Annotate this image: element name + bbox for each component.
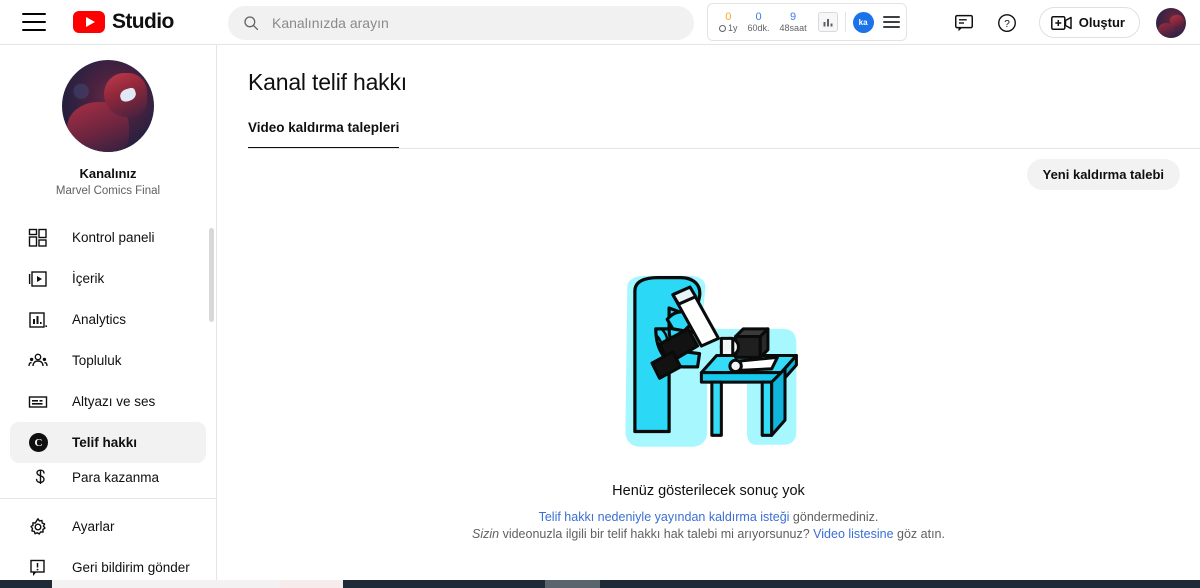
comment-icon[interactable] [953,12,975,34]
svg-text:?: ? [1004,19,1010,30]
new-removal-request-button[interactable]: Yeni kaldırma talebi [1026,159,1180,190]
top-header-bar: Studio 0 1y 0 60dk. 9 48saat [0,0,1200,45]
sidebar-item-label: Telif hakkı [72,435,138,450]
main-content: Kanal telif hakkı Video kaldırma taleple… [217,45,1200,588]
create-button[interactable]: Oluştur [1038,7,1140,38]
hamburger-menu-icon[interactable] [22,13,46,31]
dashboard-icon [28,227,50,249]
youtube-studio-logo[interactable]: Studio [73,10,174,34]
person-filming-camera-illustration [624,275,798,447]
channel-name: Marvel Comics Final [55,185,161,197]
clock-icon [719,24,726,32]
sidebar: Kanalınız Marvel Comics Final Kontrol pa… [0,45,217,588]
sidebar-item-copyright[interactable]: C Telif hakkı [10,422,206,463]
sidebar-item-label: Para kazanma [72,469,160,485]
brand-label: Studio [112,10,174,33]
taskbar-segment [52,580,280,588]
help-circle-icon[interactable]: ? [996,12,1018,34]
sidebar-item-label: Kontrol paneli [72,230,155,245]
youtube-play-icon [73,11,105,33]
stat-value: 9 [790,10,797,23]
sidebar-item-label: İçerik [72,271,105,286]
video-plus-icon [1050,15,1072,30]
sidebar-item-label: Geri bildirim gönder [72,560,190,575]
create-button-label: Oluştur [1078,15,1125,30]
stat-label: 48saat [779,22,807,33]
tab-underline-track [248,148,1200,149]
sidebar-item-label: Altyazı ve ses [72,394,156,409]
sidebar-item-community[interactable]: Topluluk [10,340,206,381]
search-icon [244,16,259,31]
empty-state-line-1: Telif hakkı nedeniyle yayından kaldırma … [217,510,1200,524]
channel-stats-widget[interactable]: 0 1y 0 60dk. 9 48saat ka [707,3,907,41]
stat-item: 0 1y [714,11,743,34]
sidebar-item-label: Ayarlar [72,519,115,534]
tab-video-removal-requests[interactable]: Video kaldırma talepleri [248,120,400,149]
video-list-link[interactable]: Video listesine [813,527,893,541]
community-people-icon [28,350,50,372]
line-2-end: göz atın. [893,527,945,541]
copyright-takedown-link[interactable]: Telif hakkı nedeniyle yayından kaldırma … [539,510,790,524]
sidebar-item-analytics[interactable]: Analytics [10,299,206,340]
stat-item: 9 48saat [775,11,812,34]
sidebar-item-monetization[interactable]: Para kazanma [10,463,206,491]
analytics-bar-icon [28,309,50,331]
bar-chart-icon[interactable] [817,12,838,32]
tab-bar: Video kaldırma talepleri [248,120,1200,149]
copyright-icon: C [28,432,50,454]
stat-value: 0 [725,10,732,23]
extension-badge-icon[interactable]: ka [852,11,874,33]
taskbar-segment [545,580,600,588]
content-video-icon [28,268,50,290]
header-actions: ? Oluştur [953,0,1186,45]
sidebar-item-label: Analytics [72,312,127,327]
sidebar-divider [0,498,216,499]
feedback-flag-icon [28,557,50,579]
sidebar-nav: Kontrol paneli İçerik Analytics Topluluk… [0,217,216,588]
empty-state-line-2: Sizin videonuzla ilgili bir telif hakkı … [217,527,1200,541]
page-title: Kanal telif hakkı [248,69,407,95]
empty-state: Henüz gösterilecek sonuç yok Telif hakkı… [217,270,1200,541]
channel-header: Kanalınız Marvel Comics Final [0,45,216,197]
divider [844,12,846,32]
stat-label-text: 1y [728,22,738,33]
sidebar-item-label: Topluluk [72,353,122,368]
bottom-taskbar [0,580,1200,588]
sidebar-scrollbar[interactable] [209,228,214,322]
channel-label: Kanalınız [79,166,137,181]
channel-avatar[interactable] [62,60,154,152]
subtitles-icon [28,391,50,413]
sidebar-item-subtitles[interactable]: Altyazı ve ses [10,381,206,422]
line-2-mid: videonuzla ilgili bir telif hakkı hak ta… [499,527,814,541]
stat-label: 60dk. [747,22,770,33]
stat-item: 0 60dk. [743,11,775,34]
search-bar[interactable] [228,6,694,40]
stat-label: 1y [719,23,738,34]
sidebar-item-settings[interactable]: Ayarlar [10,506,206,547]
taskbar-segment [280,580,343,588]
sidebar-item-dashboard[interactable]: Kontrol paneli [10,217,206,258]
line-2-italic: Sizin [472,527,500,541]
list-menu-icon[interactable] [882,16,900,28]
line-1-rest: göndermediniz. [789,510,879,524]
stat-value: 0 [755,10,762,23]
search-input[interactable] [272,15,694,31]
gear-icon [28,516,50,538]
monetization-icon [28,466,50,488]
sidebar-item-content[interactable]: İçerik [10,258,206,299]
avatar[interactable] [1156,7,1186,38]
empty-state-title: Henüz gösterilecek sonuç yok [612,483,805,499]
